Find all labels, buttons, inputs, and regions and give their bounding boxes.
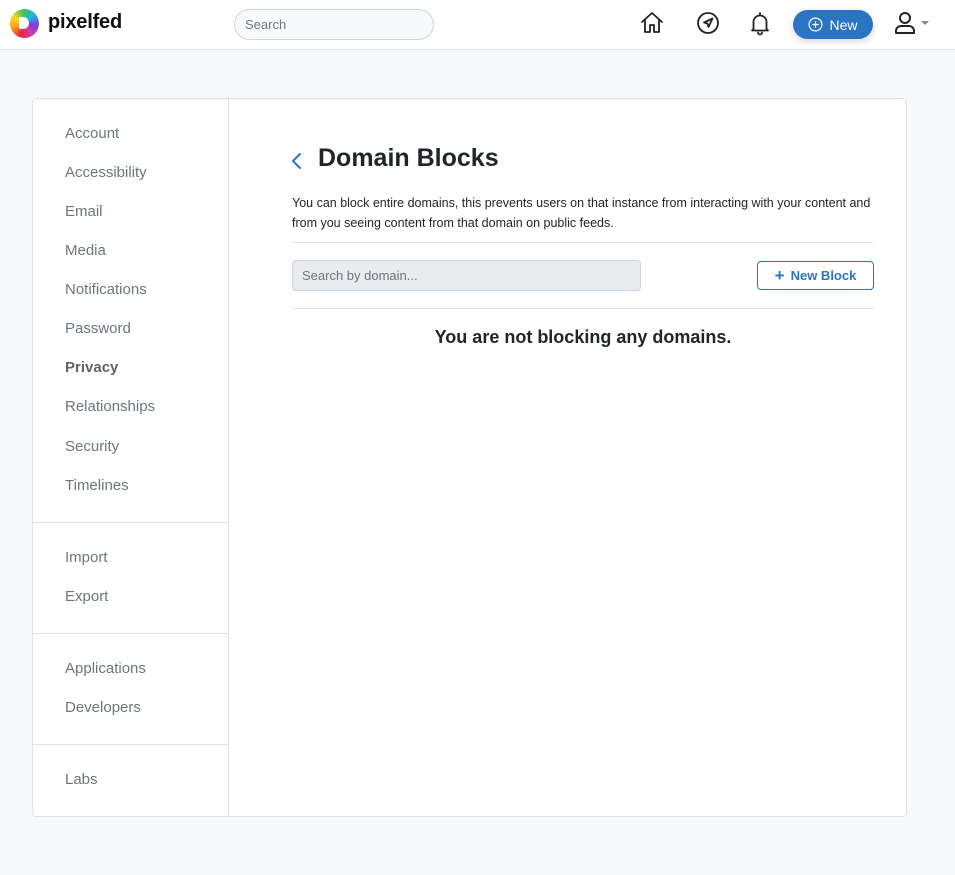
plus-icon: + [774, 266, 785, 285]
sidebar-item-applications[interactable]: Applications [65, 660, 146, 677]
sidebar-item-accessibility[interactable]: Accessibility [65, 164, 147, 181]
top-navbar: pixelfed New [0, 0, 955, 50]
sidebar-item-notifications[interactable]: Notifications [65, 281, 147, 298]
brand-name[interactable]: pixelfed [48, 11, 122, 34]
sidebar-item-email[interactable]: Email [65, 203, 103, 220]
plus-circle-icon [808, 17, 823, 32]
sidebar-item-account[interactable]: Account [65, 125, 119, 142]
user-menu-dropdown[interactable] [893, 10, 933, 36]
empty-state-message: You are not blocking any domains. [434, 327, 732, 347]
sidebar-group-data: Import Export [33, 523, 229, 634]
settings-card: Account Accessibility Email Media Notifi… [32, 98, 907, 817]
sidebar-item-timelines[interactable]: Timelines [65, 477, 129, 494]
global-search-input[interactable] [234, 9, 434, 40]
sidebar-item-import[interactable]: Import [65, 549, 108, 566]
sidebar-item-security[interactable]: Security [65, 438, 119, 455]
divider [292, 242, 874, 243]
sidebar-item-developers[interactable]: Developers [65, 699, 141, 716]
pixelfed-logo[interactable] [10, 9, 39, 38]
new-block-button[interactable]: + New Block [757, 261, 874, 290]
sidebar-group-general: Account Accessibility Email Media Notifi… [33, 99, 229, 523]
new-block-label: New Block [790, 268, 857, 283]
chevron-down-icon [921, 21, 929, 25]
sidebar-item-media[interactable]: Media [65, 242, 106, 259]
sidebar-item-labs[interactable]: Labs [65, 771, 98, 788]
new-post-button[interactable]: New [793, 10, 873, 39]
chevron-left-icon[interactable] [290, 150, 304, 172]
domain-search-input[interactable] [292, 260, 641, 291]
sidebar-item-password[interactable]: Password [65, 320, 131, 337]
new-post-label: New [829, 16, 858, 33]
sidebar-item-export[interactable]: Export [65, 588, 108, 605]
user-icon [895, 12, 915, 34]
page-title: Domain Blocks [318, 144, 499, 172]
notifications-bell-icon[interactable] [747, 10, 773, 36]
sidebar-item-privacy[interactable]: Privacy [65, 359, 118, 376]
sidebar-group-labs: Labs [33, 745, 229, 818]
home-icon[interactable] [639, 10, 665, 36]
divider [292, 308, 874, 309]
explore-icon[interactable] [695, 10, 721, 36]
settings-sidebar: Account Accessibility Email Media Notifi… [33, 99, 229, 816]
sidebar-group-apps: Applications Developers [33, 634, 229, 745]
sidebar-item-relationships[interactable]: Relationships [65, 398, 155, 415]
page-description: You can block entire domains, this preve… [292, 196, 871, 230]
